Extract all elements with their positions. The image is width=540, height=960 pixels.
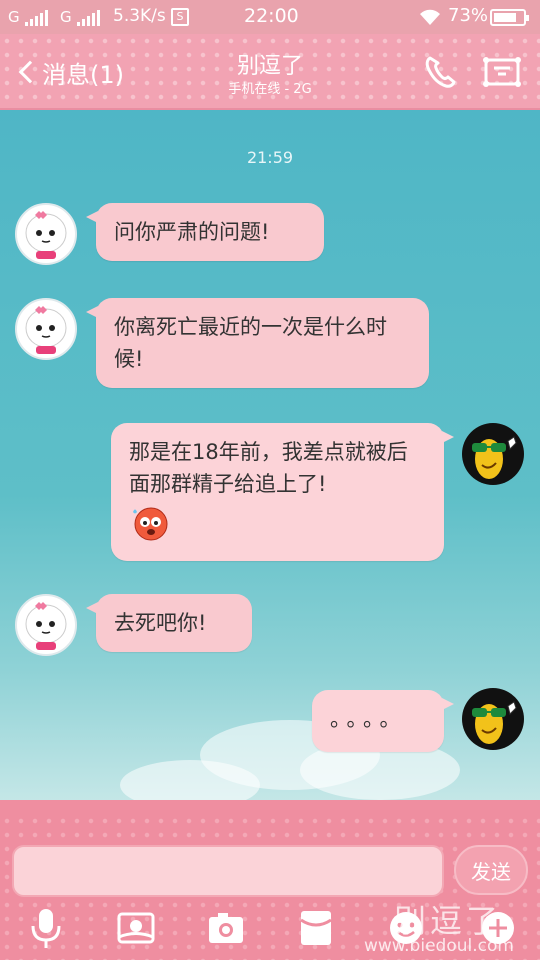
message-bubble-outgoing[interactable]: 那是在18年前，我差点就被后面那群精子给追上了! xyxy=(111,423,454,561)
back-button[interactable]: 消息(1) xyxy=(14,54,124,90)
message-text: 去死吧你! xyxy=(114,611,207,635)
message-text: 问你严肃的问题! xyxy=(114,220,270,244)
image-icon xyxy=(117,912,155,944)
phone-icon xyxy=(425,56,456,88)
input-bar: 发送 别逗了 www.biedoul.com xyxy=(0,800,540,960)
self-avatar[interactable] xyxy=(462,423,524,485)
contact-avatar[interactable] xyxy=(15,298,77,360)
message-bubble-incoming[interactable]: 去死吧你! xyxy=(86,594,252,652)
camera-icon xyxy=(209,913,243,943)
girl-avatar-icon xyxy=(25,306,67,354)
microphone-icon xyxy=(31,909,61,948)
signal-indicator-sim1: G xyxy=(8,8,48,26)
chevron-left-icon xyxy=(18,60,42,84)
status-bar: G G 5.3K/s S 22:00 73% xyxy=(0,0,540,34)
message-timestamp: 21:59 xyxy=(246,148,294,167)
scared-emoji-icon xyxy=(129,504,426,551)
camera-button[interactable] xyxy=(204,906,248,950)
battery-icon xyxy=(490,9,529,26)
message-bubble-outgoing[interactable]: 。。。。 xyxy=(312,690,454,752)
wifi-icon xyxy=(418,7,442,32)
message-bubble-incoming[interactable]: 问你严肃的问题! xyxy=(86,203,324,261)
signal-bars-icon xyxy=(76,10,100,26)
message-input[interactable] xyxy=(12,845,444,897)
girl-avatar-icon xyxy=(25,602,67,650)
contact-card-icon xyxy=(483,57,521,87)
red-envelope-icon xyxy=(300,911,332,945)
signal-bars-icon xyxy=(24,10,48,26)
sunglasses-emoji-icon xyxy=(472,701,517,744)
contact-avatar[interactable] xyxy=(15,203,77,265)
red-envelope-button[interactable] xyxy=(294,906,338,950)
send-button[interactable]: 发送 xyxy=(454,845,528,895)
message-text: 。。。。 xyxy=(330,707,407,731)
girl-avatar-icon xyxy=(25,211,67,259)
profile-button[interactable] xyxy=(480,54,524,90)
sunglasses-emoji-icon xyxy=(472,436,517,479)
status-time: 22:00 xyxy=(244,5,299,27)
screenshot-icon: S xyxy=(171,8,189,26)
network-speed: 5.3K/s xyxy=(113,6,166,26)
chat-area[interactable]: 21:59 问你严肃的问题! 你离死亡最近的一次是什么时候! 那是在18年前，我… xyxy=(0,110,540,810)
chat-header: 消息(1) 别逗了 手机在线 - 2G xyxy=(0,34,540,110)
self-avatar[interactable] xyxy=(462,688,524,750)
back-label: 消息(1) xyxy=(42,60,124,89)
contact-name: 别逗了 xyxy=(236,54,303,79)
message-text: 那是在18年前，我差点就被后面那群精子给追上了! xyxy=(129,440,408,496)
album-button[interactable] xyxy=(114,906,158,950)
battery-percent: 73% xyxy=(448,5,489,26)
message-bubble-incoming[interactable]: 你离死亡最近的一次是什么时候! xyxy=(86,298,429,388)
network-type-label: G xyxy=(8,8,20,26)
voice-button[interactable] xyxy=(24,906,68,950)
call-button[interactable] xyxy=(420,52,460,92)
watermark-url: www.biedoul.com xyxy=(364,936,514,956)
message-text: 你离死亡最近的一次是什么时候! xyxy=(114,315,387,371)
signal-indicator-sim2: G xyxy=(60,8,100,26)
contact-avatar[interactable] xyxy=(15,594,77,656)
network-type-label: G xyxy=(60,8,72,26)
contact-status: 手机在线 - 2G xyxy=(228,82,312,97)
